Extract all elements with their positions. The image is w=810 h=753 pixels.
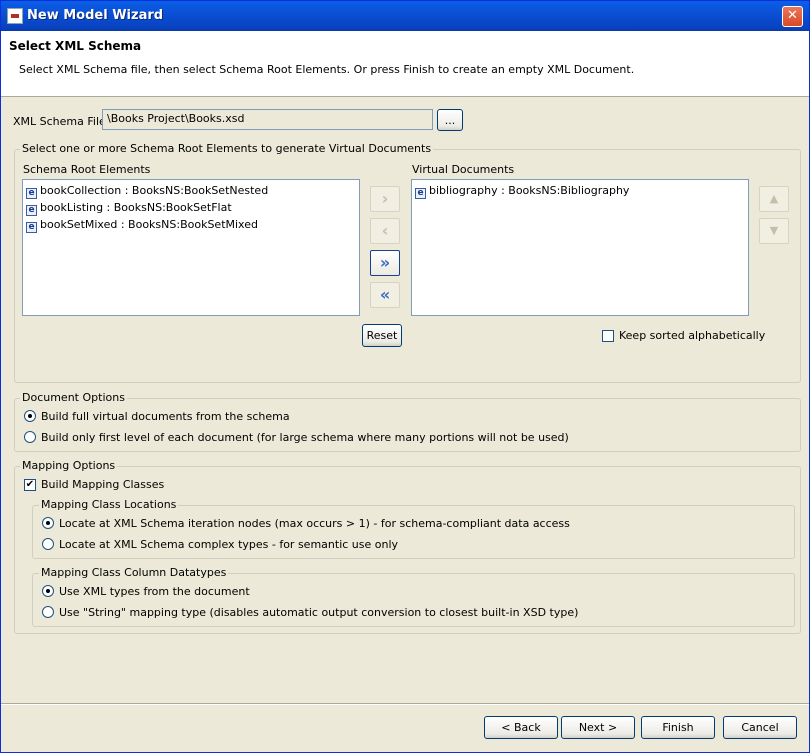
mapping-locations-label: Mapping Class Locations (39, 498, 179, 511)
finish-button[interactable]: Finish (641, 716, 715, 739)
wizard-window: New Model Wizard ✕ Select XML Schema Sel… (0, 0, 810, 753)
build-full-label: Build full virtual documents from the sc… (41, 410, 290, 423)
window-title: New Model Wizard (27, 8, 164, 23)
root-elements-list[interactable]: e bookCollection : BooksNS:BookSetNested … (22, 179, 360, 316)
browse-button[interactable]: ... (437, 109, 463, 131)
move-all-left-button[interactable]: « (370, 282, 400, 308)
list-item[interactable]: e bibliography : BooksNS:Bibliography (415, 183, 629, 199)
locate-iteration-label: Locate at XML Schema iteration nodes (ma… (59, 517, 570, 530)
list-item-label: bibliography : BooksNS:Bibliography (429, 184, 630, 197)
reset-button[interactable]: Reset (362, 324, 402, 347)
list-item[interactable]: e bookListing : BooksNS:BookSetFlat (26, 200, 232, 216)
build-mapping-label: Build Mapping Classes (41, 478, 165, 491)
locate-complex-label: Locate at XML Schema complex types - for… (59, 538, 399, 551)
move-all-right-button[interactable]: » (370, 250, 400, 276)
wizard-header: Select XML Schema Select XML Schema file… (1, 31, 809, 97)
keep-sorted-label: Keep sorted alphabetically (619, 329, 766, 342)
move-right-button[interactable]: › (370, 186, 400, 212)
list-item-label: bookCollection : BooksNS:BookSetNested (40, 184, 269, 197)
app-icon (7, 8, 23, 24)
list-item-label: bookListing : BooksNS:BookSetFlat (40, 201, 232, 214)
virtual-documents-label: Virtual Documents (412, 163, 515, 176)
element-icon: e (26, 222, 37, 233)
root-elements-label: Schema Root Elements (23, 163, 151, 176)
close-icon[interactable]: ✕ (782, 6, 803, 27)
virtual-documents-list[interactable]: e bibliography : BooksNS:Bibliography (411, 179, 749, 316)
footer-separator (1, 703, 809, 705)
use-xml-types-radio[interactable] (42, 585, 54, 597)
keep-sorted-checkbox[interactable] (602, 330, 614, 342)
list-item[interactable]: e bookCollection : BooksNS:BookSetNested (26, 183, 268, 199)
build-mapping-checkbox[interactable]: ✔ (24, 479, 36, 491)
use-string-type-label: Use "String" mapping type (disables auto… (59, 606, 579, 619)
element-icon: e (26, 205, 37, 216)
schema-file-label: XML Schema File: (13, 115, 110, 128)
title-bar[interactable]: New Model Wizard ✕ (1, 1, 809, 31)
next-button[interactable]: Next > (561, 716, 635, 739)
use-xml-types-label: Use XML types from the document (59, 585, 250, 598)
build-full-radio[interactable] (24, 410, 36, 422)
back-button[interactable]: < Back (484, 716, 558, 739)
locate-iteration-radio[interactable] (42, 517, 54, 529)
use-string-type-radio[interactable] (42, 606, 54, 618)
element-icon: e (415, 188, 426, 199)
page-title: Select XML Schema (9, 39, 142, 53)
document-options-label: Document Options (20, 391, 127, 404)
move-up-button[interactable]: ▲ (759, 186, 789, 212)
list-item-label: bookSetMixed : BooksNS:BookSetMixed (40, 218, 258, 231)
page-description: Select XML Schema file, then select Sche… (19, 63, 635, 76)
move-left-button[interactable]: ‹ (370, 218, 400, 244)
build-first-level-label: Build only first level of each document … (41, 431, 569, 444)
build-first-level-radio[interactable] (24, 431, 36, 443)
locate-complex-radio[interactable] (42, 538, 54, 550)
selection-group-label: Select one or more Schema Root Elements … (20, 142, 434, 155)
schema-file-field[interactable]: \Books Project\Books.xsd (102, 109, 433, 130)
cancel-button[interactable]: Cancel (723, 716, 797, 739)
list-item[interactable]: e bookSetMixed : BooksNS:BookSetMixed (26, 217, 258, 233)
element-icon: e (26, 188, 37, 199)
mapping-datatypes-label: Mapping Class Column Datatypes (39, 566, 229, 579)
mapping-options-label: Mapping Options (20, 459, 118, 472)
move-down-button[interactable]: ▼ (759, 218, 789, 244)
